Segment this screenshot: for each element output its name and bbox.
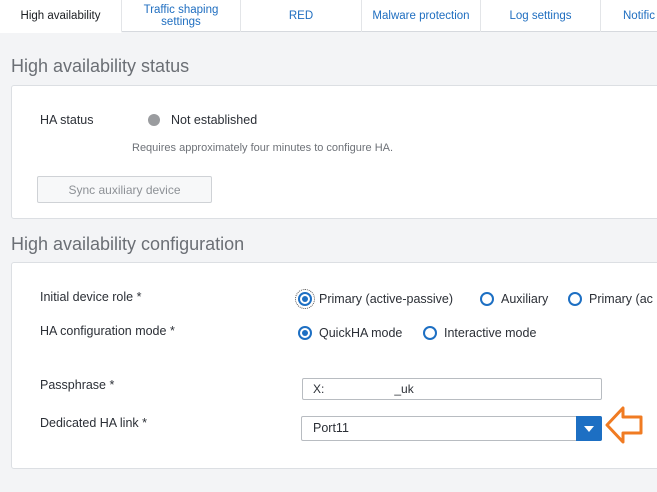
radio-unchecked-icon	[423, 326, 437, 340]
radio-checked-icon	[298, 326, 312, 340]
mode-option-label: Interactive mode	[444, 326, 537, 340]
role-radio-auxiliary[interactable]: Auxiliary	[480, 292, 548, 306]
radio-checked-icon	[295, 289, 315, 309]
passphrase-input[interactable]	[302, 378, 602, 400]
dedicated-ha-link-value: Port11	[313, 421, 349, 435]
section-title-ha-status: High availability status	[11, 56, 190, 76]
dedicated-ha-link-label: Dedicated HA link *	[40, 416, 148, 430]
mode-radio-quickha[interactable]: QuickHA mode	[298, 326, 402, 340]
radio-unchecked-icon	[568, 292, 582, 306]
dedicated-ha-link-select[interactable]: Port11	[301, 416, 602, 441]
role-option-label: Primary (ac	[589, 292, 653, 306]
tab-notifications[interactable]: Notific	[601, 0, 657, 32]
tab-log-settings[interactable]: Log settings	[481, 0, 601, 32]
role-radio-primary-active-passive[interactable]: Primary (active-passive)	[295, 289, 454, 309]
tab-high-availability[interactable]: High availability	[0, 0, 122, 33]
tab-bar: High availability Traffic shaping settin…	[0, 0, 657, 33]
tab-malware-protection[interactable]: Malware protection	[362, 0, 481, 32]
ha-status-value: Not established	[171, 113, 258, 127]
ha-status-label: HA status	[40, 113, 94, 127]
passphrase-label: Passphrase *	[40, 378, 115, 392]
annotation-arrow-icon	[605, 406, 643, 444]
initial-device-role-label: Initial device role *	[40, 290, 142, 304]
tab-red[interactable]: RED	[241, 0, 362, 32]
mode-option-label: QuickHA mode	[319, 326, 403, 340]
role-option-label: Auxiliary	[501, 292, 549, 306]
role-radio-primary-active-active[interactable]: Primary (ac	[568, 292, 653, 306]
chevron-down-icon	[584, 425, 594, 432]
tab-traffic-shaping-settings[interactable]: Traffic shaping settings	[122, 0, 241, 32]
sync-auxiliary-device-button[interactable]: Sync auxiliary device	[37, 176, 212, 203]
ha-status-hint: Requires approximately four minutes to c…	[132, 142, 394, 154]
mode-radio-interactive[interactable]: Interactive mode	[423, 326, 536, 340]
section-title-ha-configuration: High availability configuration	[11, 234, 245, 254]
role-option-label: Primary (active-passive)	[319, 292, 454, 306]
radio-unchecked-icon	[480, 292, 494, 306]
dropdown-button[interactable]	[576, 416, 602, 441]
status-indicator-icon	[148, 114, 160, 126]
ha-configuration-mode-label: HA configuration mode *	[40, 324, 175, 338]
